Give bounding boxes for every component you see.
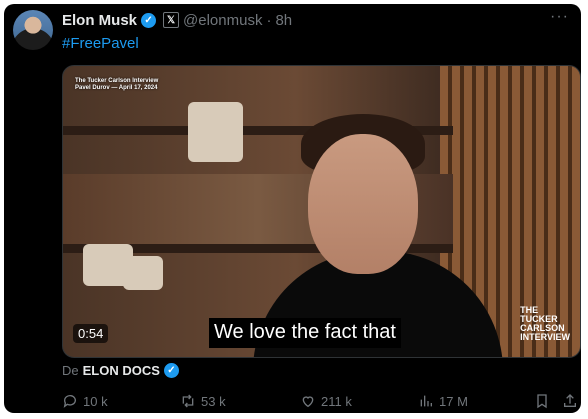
verified-badge-icon: ✓ [141, 12, 157, 28]
views-icon [420, 395, 432, 407]
ornament [188, 102, 243, 162]
video-source: De ELON DOCS ✓ [62, 363, 179, 378]
tweet-card[interactable]: Elon Musk ✓ 𝕏 @elonmusk · 8h ··· #FreePa… [4, 4, 581, 413]
avatar[interactable] [13, 10, 53, 50]
repost-count: 53 k [201, 393, 226, 409]
logo-line-4: INTERVIEW [520, 332, 570, 342]
tucker-carlson-logo: THE TUCKER CARLSON INTERVIEW [520, 306, 570, 342]
reply-icon [63, 395, 76, 408]
author-name[interactable]: Elon Musk [62, 12, 137, 29]
repost-icon [182, 394, 194, 408]
views-count: 17 M [439, 393, 468, 409]
reply-count: 10 k [83, 393, 108, 409]
tweet-header: Elon Musk ✓ 𝕏 @elonmusk · 8h [62, 10, 292, 30]
share-icon [564, 394, 576, 407]
person-head [308, 134, 418, 274]
like-count: 211 k [321, 393, 352, 409]
ornament [123, 256, 163, 290]
repost-button[interactable]: 53 k [180, 393, 226, 409]
reply-button[interactable]: 10 k [62, 393, 108, 409]
corner-line-1: The Tucker Carlson Interview [75, 78, 159, 84]
tweet-time[interactable]: 8h [275, 12, 292, 29]
video-subtitle: We love the fact that [209, 318, 401, 348]
source-prefix: De [62, 363, 79, 378]
corner-line-2: Pavel Durov — April 17, 2024 [75, 85, 158, 91]
more-options-icon[interactable]: ··· [550, 8, 569, 26]
video-player[interactable]: The Tucker Carlson Interview Pavel Durov… [62, 65, 581, 358]
bookmark-button[interactable] [534, 393, 550, 409]
video-caption-corner: The Tucker Carlson Interview Pavel Durov… [75, 78, 158, 92]
verified-badge-icon: ✓ [163, 363, 179, 378]
share-button[interactable] [562, 393, 578, 409]
heart-icon [302, 396, 314, 408]
author-handle[interactable]: @elonmusk [183, 12, 262, 29]
x-affiliation-icon: 𝕏 [163, 12, 180, 28]
hashtag-link[interactable]: #FreePavel [62, 35, 139, 52]
video-duration: 0:54 [73, 324, 109, 343]
action-bar: 10 k 53 k 211 k 17 M [62, 393, 577, 413]
source-name[interactable]: ELON DOCS [83, 363, 160, 378]
like-button[interactable]: 211 k [300, 393, 352, 409]
views-button[interactable]: 17 M [418, 393, 468, 409]
separator-dot: · [266, 11, 272, 29]
bookmark-icon [537, 394, 547, 409]
